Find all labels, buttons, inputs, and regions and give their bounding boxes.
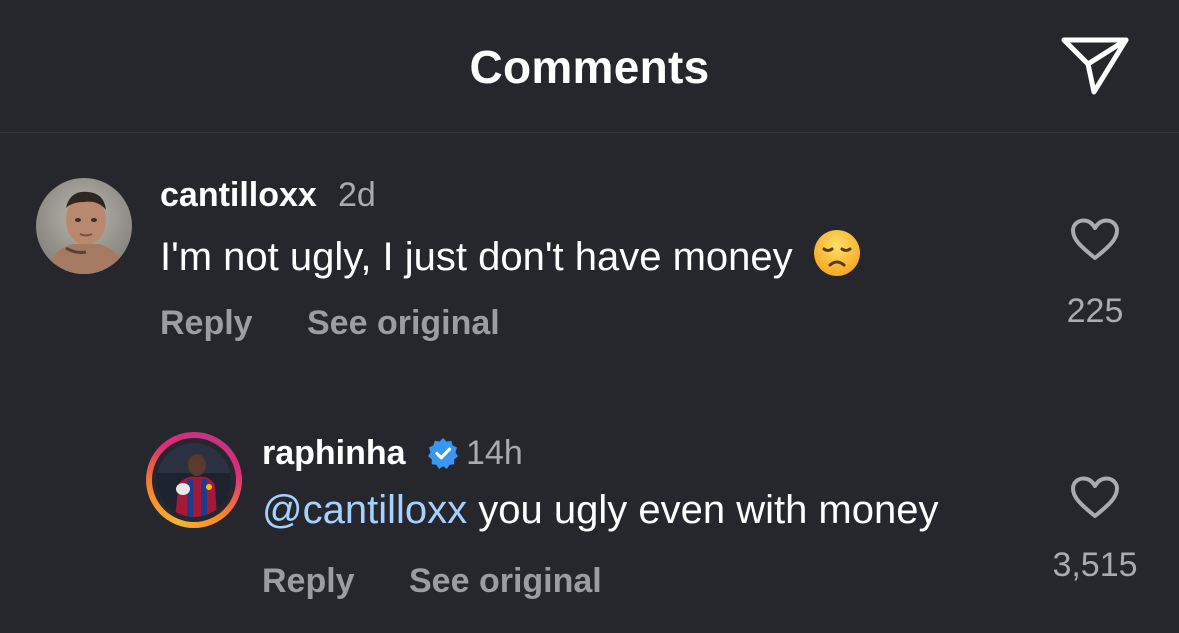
comment-timestamp: 2d (338, 176, 376, 214)
see-original-button[interactable]: See original (409, 562, 602, 601)
avatar[interactable] (146, 432, 242, 528)
mention-link[interactable]: @cantilloxx (262, 488, 467, 532)
like-button[interactable] (1070, 218, 1120, 262)
comment-username[interactable]: cantilloxx (160, 176, 317, 215)
comments-screen: Comments cantilloxx 2d I'm not ugly, I j… (0, 0, 1179, 633)
verified-badge-icon (428, 438, 458, 469)
avatar[interactable] (36, 178, 132, 274)
paper-plane-icon (1061, 37, 1129, 95)
sad-face-emoji: 😞 (812, 228, 862, 278)
comment-timestamp: 14h (466, 434, 523, 472)
see-original-button[interactable]: See original (307, 304, 500, 343)
page-title: Comments (469, 41, 710, 93)
comment-body: you ugly even with money (467, 488, 939, 532)
heart-icon (1071, 476, 1119, 518)
comment-username[interactable]: raphinha (262, 434, 406, 473)
comment-text: @cantilloxx you ugly even with money (262, 488, 939, 533)
share-button[interactable] (1058, 34, 1132, 98)
like-count: 225 (1066, 292, 1124, 330)
comment-body: I'm not ugly, I just don't have money (160, 235, 793, 279)
reply-button[interactable]: Reply (160, 304, 253, 343)
comment-text: I'm not ugly, I just don't have money 😞 (160, 228, 862, 280)
heart-icon (1071, 218, 1119, 260)
reply-button[interactable]: Reply (262, 562, 355, 601)
like-button[interactable] (1070, 476, 1120, 520)
comments-header: Comments (0, 0, 1179, 133)
avatar-photo (157, 443, 231, 517)
like-count: 3,515 (1052, 546, 1138, 584)
